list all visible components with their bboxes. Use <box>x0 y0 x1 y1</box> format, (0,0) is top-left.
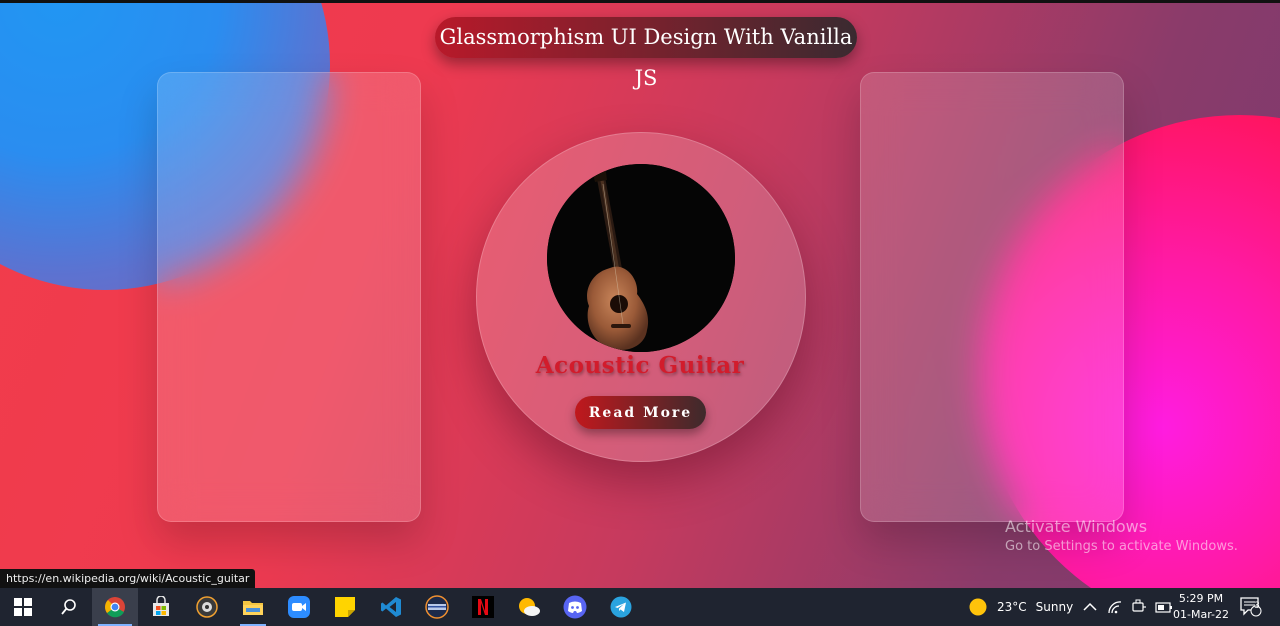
link-status-url: https://en.wikipedia.org/wiki/Acoustic_g… <box>0 569 256 588</box>
page-title: Glassmorphism UI Design With Vanilla JS <box>435 17 857 90</box>
disk-icon <box>425 595 449 619</box>
weather-widget[interactable]: 23°C Sunny <box>968 588 1073 626</box>
search-icon <box>61 599 76 615</box>
taskbar-store[interactable] <box>138 588 184 626</box>
discord-icon <box>563 595 587 619</box>
activate-windows-watermark: Activate Windows Go to Settings to activ… <box>1005 517 1238 554</box>
telegram-icon <box>610 596 632 618</box>
clock-time: 5:29 PM <box>1178 592 1224 605</box>
taskbar-discord[interactable] <box>552 588 598 626</box>
watermark-title: Activate Windows <box>1005 517 1148 536</box>
start-button[interactable] <box>0 588 46 626</box>
video-icon <box>288 596 310 618</box>
sun-icon <box>969 598 987 616</box>
taskbar-netflix[interactable] <box>460 588 506 626</box>
search-button[interactable] <box>46 588 92 626</box>
store-icon <box>153 596 169 616</box>
code-icon <box>381 597 401 617</box>
weather-icon <box>519 598 540 616</box>
guitar-icon <box>547 164 735 352</box>
taskbar-disk[interactable] <box>414 588 460 626</box>
note-icon <box>335 597 355 617</box>
watermark-subtitle: Go to Settings to activate Windows. <box>1005 539 1238 554</box>
taskbar-zoom[interactable] <box>276 588 322 626</box>
glass-card-left[interactable] <box>157 72 421 522</box>
projector-icon[interactable] <box>1131 599 1147 615</box>
browser-viewport: Glassmorphism UI Design With Vanilla JS <box>0 0 1280 588</box>
clock-date: 01-Mar-22 <box>1173 608 1229 621</box>
taskbar-weather[interactable] <box>506 588 552 626</box>
wifi-icon[interactable] <box>1107 600 1123 614</box>
weather-temperature: 23°C <box>997 600 1027 614</box>
guitar-image <box>547 164 735 352</box>
glass-card-right[interactable] <box>860 72 1124 522</box>
system-tray <box>1083 588 1173 626</box>
read-more-button[interactable]: Read More <box>575 396 706 429</box>
netflix-icon <box>472 596 494 618</box>
notification-count: 3 <box>1254 601 1260 611</box>
chrome-icon <box>105 597 125 618</box>
taskbar-file-explorer[interactable] <box>230 588 276 626</box>
notification-center-button[interactable]: 3 <box>1240 588 1262 626</box>
weather-condition: Sunny <box>1035 600 1074 614</box>
taskbar: 23°C Sunny 5:29 PM 01-Mar-22 3 <box>0 588 1280 626</box>
media-icon <box>196 596 218 618</box>
windows-icon <box>14 598 32 616</box>
product-title: Acoustic Guitar <box>535 352 745 379</box>
folder-icon <box>243 601 263 615</box>
taskbar-chrome[interactable] <box>92 588 138 626</box>
taskbar-sticky-notes[interactable] <box>322 588 368 626</box>
taskbar-vscode[interactable] <box>368 588 414 626</box>
window-top-border <box>0 0 1280 3</box>
taskbar-clock[interactable]: 5:29 PM 01-Mar-22 <box>1168 591 1234 623</box>
taskbar-media[interactable] <box>184 588 230 626</box>
taskbar-telegram[interactable] <box>598 588 644 626</box>
chevron-up-icon[interactable] <box>1083 602 1097 612</box>
